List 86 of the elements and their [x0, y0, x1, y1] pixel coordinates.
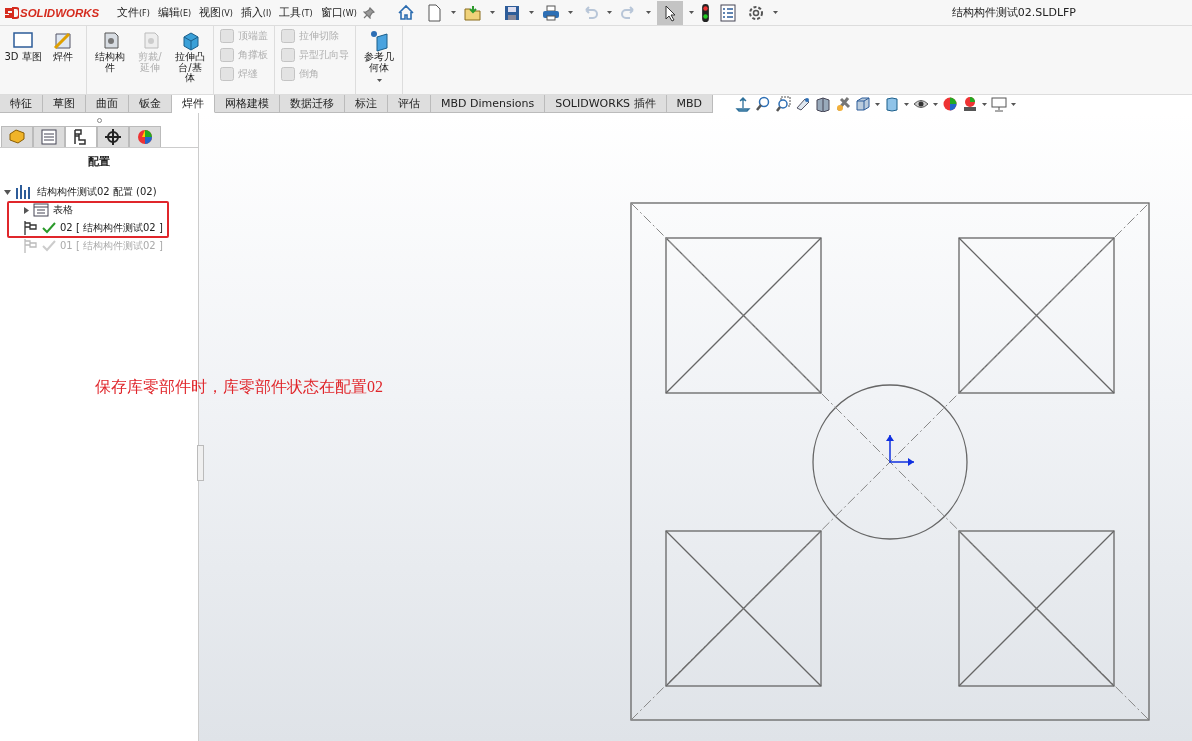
menu-item[interactable]: 插入(I): [238, 5, 274, 20]
cube-icon[interactable]: [855, 96, 871, 112]
caret-icon[interactable]: [982, 102, 987, 106]
origin-icon: [886, 434, 915, 466]
pin-icon[interactable]: [362, 6, 375, 19]
splitter-handle[interactable]: [197, 445, 204, 481]
expand-arrow-icon[interactable]: [4, 189, 11, 195]
menu-item[interactable]: 窗口(W): [318, 5, 359, 20]
monitor-icon[interactable]: [991, 96, 1007, 112]
tool-icon: [220, 29, 234, 43]
caret-icon[interactable]: [688, 11, 694, 14]
scene-icon[interactable]: [962, 96, 978, 112]
ribbon-tab[interactable]: MBD: [666, 95, 714, 113]
caret-icon[interactable]: [772, 11, 778, 14]
home-icon: [396, 3, 415, 22]
caret-icon[interactable]: [875, 102, 880, 106]
expand-arrow-icon[interactable]: [24, 206, 29, 214]
ribbon-tab[interactable]: 标注: [345, 95, 388, 113]
ribbon-button[interactable]: 拉伸凸台/基体: [171, 28, 209, 86]
panel-tab[interactable]: [97, 126, 129, 147]
tool-icon: [220, 67, 234, 81]
tool-icon: [281, 29, 295, 43]
tree-item[interactable]: 表格: [53, 203, 73, 217]
ds-logo-icon: [3, 5, 19, 20]
tree-item[interactable]: 结构构件测试02 配置 (02): [37, 185, 157, 199]
ribbon-tab[interactable]: 特征: [0, 95, 43, 113]
save-icon: [502, 3, 521, 22]
caret-icon[interactable]: [645, 11, 651, 14]
menu-item[interactable]: 文件(F): [115, 5, 152, 20]
settings-icon: [746, 3, 765, 22]
ribbon-tab[interactable]: 数据迁移: [280, 95, 345, 113]
ribbon-tab[interactable]: MBD Dimensions: [431, 95, 546, 113]
tool-icon: [281, 67, 295, 81]
window-title: 结构构件测试02.SLDLFP: [951, 5, 1076, 20]
ribbon-tab[interactable]: 曲面: [86, 95, 129, 113]
menu-item[interactable]: 工具(T): [277, 5, 315, 20]
caret-icon[interactable]: [528, 11, 534, 14]
ribbon-button[interactable]: 参考几何体: [360, 28, 398, 84]
display-icon: [136, 128, 154, 146]
open-icon: [463, 3, 482, 22]
zoom-fit-icon[interactable]: [755, 96, 771, 112]
ribbon-button[interactable]: 结构构件: [91, 28, 129, 75]
menu-item[interactable]: 视图(V): [197, 5, 235, 20]
tree-item[interactable]: 02 [ 结构构件测试02 ]: [60, 221, 163, 235]
options-list-icon: [718, 3, 737, 22]
configuration-icon: [24, 221, 38, 235]
ribbon-tab[interactable]: SOLIDWORKS 插件: [545, 95, 667, 113]
caret-icon[interactable]: [489, 11, 495, 14]
tool-icon: [220, 48, 234, 62]
ribbon-tab[interactable]: 评估: [388, 95, 431, 113]
table-icon: [33, 203, 49, 217]
tool-icon: [52, 30, 74, 52]
collapse-handle-icon[interactable]: [96, 118, 102, 123]
configurations-icon: [15, 184, 33, 200]
panel-heading: 配置: [87, 154, 111, 169]
app-logo: SOLIDWORKS: [20, 6, 100, 19]
caret-icon[interactable]: [1011, 102, 1016, 106]
sketch-drawing[interactable]: [630, 202, 1150, 721]
appearance-icon[interactable]: [942, 96, 958, 112]
caret-icon[interactable]: [450, 11, 456, 14]
ribbon-tab[interactable]: 钣金: [129, 95, 172, 113]
tool-icon: [281, 48, 295, 62]
caret-icon: [376, 79, 382, 82]
configuration-icon: [24, 239, 38, 253]
section-view-icon[interactable]: [815, 96, 831, 112]
panel-tab[interactable]: [65, 126, 97, 147]
annotation-text: 保存库零部件时，库零部件状态在配置02: [95, 377, 383, 397]
rebuild-icon: [701, 3, 709, 22]
menu-item[interactable]: 编辑(E): [155, 5, 194, 20]
ribbon-button[interactable]: 3D 草图: [4, 28, 42, 65]
view-orientation-icon[interactable]: [735, 96, 751, 112]
zoom-area-icon[interactable]: [775, 96, 791, 112]
ribbon-button[interactable]: 焊件: [44, 28, 82, 65]
caret-icon[interactable]: [606, 11, 612, 14]
dimxpert-icon: [104, 128, 122, 146]
ribbon-tab[interactable]: 草图: [43, 95, 86, 113]
rebuild-button[interactable]: [699, 1, 711, 24]
print-icon: [541, 3, 560, 22]
caret-icon[interactable]: [904, 102, 909, 106]
select-button[interactable]: [656, 0, 683, 25]
ribbon-tab[interactable]: 网格建模: [215, 95, 280, 113]
tool-icon: [368, 30, 390, 52]
feature-tree-icon: [8, 128, 26, 146]
caret-icon[interactable]: [567, 11, 573, 14]
caret-icon[interactable]: [933, 102, 938, 106]
property-icon: [40, 128, 58, 146]
